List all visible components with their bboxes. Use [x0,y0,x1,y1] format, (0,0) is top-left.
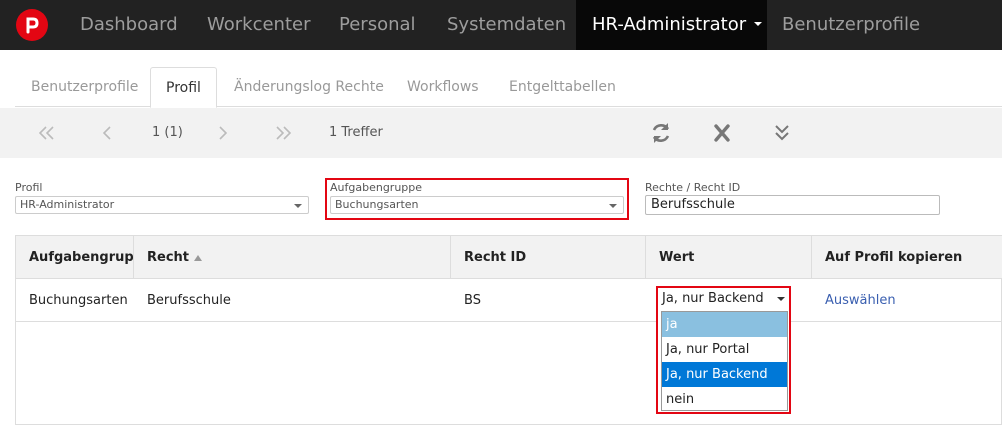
wert-select[interactable]: Ja, nur Backend [660,290,787,308]
tab-benutzerprofile[interactable]: Benutzerprofile [31,67,138,107]
double-chevron-right-icon[interactable] [276,108,292,158]
pagination-toolbar: 1 (1) 1 Treffer [0,108,1002,158]
filter-aufgabengruppe-label: Aufgabengruppe [330,181,423,194]
sort-ascending-icon [194,254,203,261]
wert-options: ja Ja, nur Portal Ja, nur Backend nein [661,311,788,411]
refresh-icon[interactable] [650,108,672,158]
filter-recht-input[interactable]: Berufsschule [645,195,940,215]
col-aufgabengruppe[interactable]: Aufgabengruppe [16,236,134,279]
result-count: 1 Treffer [329,125,383,140]
table-row[interactable]: Buchungsarten Berufsschule BS Auswählen [16,279,1002,322]
col-wert[interactable]: Wert [646,236,812,279]
nav-dashboard[interactable]: Dashboard [80,0,178,50]
chevron-down-icon [609,204,617,208]
logo-icon[interactable] [16,9,48,41]
tab-profil[interactable]: Profil [150,67,217,108]
cell-aufgabengruppe: Buchungsarten [29,293,128,308]
page-info: 1 (1) [152,125,183,140]
tab-aenderungslog-rechte[interactable]: Änderungslog Rechte [234,67,384,107]
filter-recht-label: Rechte / Recht ID [645,181,741,194]
col-auf-profil-kopieren[interactable]: Auf Profil kopieren [812,236,1002,279]
cell-recht-id: BS [464,293,481,308]
filter-aufgabengruppe-select[interactable]: Buchungsarten [330,196,624,214]
nav-hr-administrator-label: HR-Administrator [592,14,747,35]
col-recht-id[interactable]: Recht ID [451,236,646,279]
table-header: Aufgabengruppe Recht Recht ID Wert Auf P… [16,236,1002,279]
nav-hr-administrator[interactable]: HR-Administrator [576,0,767,50]
option-ja-nur-portal[interactable]: Ja, nur Portal [662,337,787,362]
wert-dropdown[interactable]: Ja, nur Backend ja Ja, nur Portal Ja, nu… [656,286,791,414]
chevron-down-icon [294,204,302,208]
option-ja[interactable]: ja [662,312,787,337]
chevron-left-icon[interactable] [102,108,112,158]
nav-workcenter[interactable]: Workcenter [207,0,311,50]
cell-recht: Berufsschule [147,293,231,308]
tab-workflows[interactable]: Workflows [407,67,479,107]
rights-table: Aufgabengruppe Recht Recht ID Wert Auf P… [15,235,1002,425]
chevron-right-icon[interactable] [218,108,228,158]
tab-entgelttabellen[interactable]: Entgelttabellen [509,67,616,107]
nav-systemdaten[interactable]: Systemdaten [447,0,566,50]
filter-profil-value: HR-Administrator [20,198,115,211]
option-nein[interactable]: nein [662,387,787,412]
filter-aufgabengruppe-value: Buchungsarten [335,198,419,211]
nav-personal[interactable]: Personal [339,0,416,50]
option-ja-nur-backend[interactable]: Ja, nur Backend [662,362,787,387]
col-recht[interactable]: Recht [134,236,451,279]
chevron-down-icon [777,297,785,301]
wert-current-value: Ja, nur Backend [662,291,764,306]
double-chevron-down-icon[interactable] [774,108,790,158]
select-link[interactable]: Auswählen [812,279,896,322]
tab-bar: Benutzerprofile Profil Änderungslog Rech… [15,67,1002,108]
top-navbar: Dashboard Workcenter Personal Systemdate… [0,0,1002,50]
nav-benutzerprofile[interactable]: Benutzerprofile [782,0,920,50]
double-chevron-left-icon[interactable] [38,108,54,158]
caret-down-icon [754,22,763,26]
filter-profil-label: Profil [15,181,43,194]
filter-profil-select[interactable]: HR-Administrator [15,196,309,214]
close-icon[interactable] [713,108,731,158]
col-recht-label: Recht [147,250,190,265]
